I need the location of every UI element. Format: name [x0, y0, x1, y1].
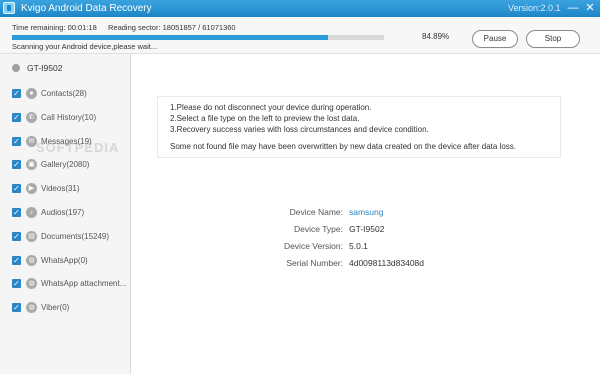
- minimize-button[interactable]: —: [566, 1, 580, 15]
- stop-button[interactable]: Stop: [526, 30, 580, 48]
- document-icon: ▤: [26, 230, 37, 242]
- category-checkbox[interactable]: ✓: [12, 160, 21, 170]
- whatsapp-icon: ◍: [26, 254, 37, 266]
- notice-line-3: 3.Recovery success varies with loss circ…: [170, 125, 429, 134]
- category-checkbox[interactable]: ✓: [12, 303, 21, 313]
- audio-icon: ♪: [26, 207, 37, 218]
- person-icon: ●: [26, 88, 37, 99]
- category-label: Contacts(28): [41, 89, 87, 98]
- category-item-videos[interactable]: ✓ ▶ Videos(31): [0, 180, 130, 200]
- category-item-whatsapp-attachment[interactable]: ✓ ◍ WhatsApp attachment...: [0, 275, 130, 295]
- category-checkbox[interactable]: ✓: [12, 255, 21, 265]
- device-name-label: Device Name:: [289, 207, 343, 217]
- category-label: WhatsApp(0): [41, 255, 88, 265]
- progress-percent: 84.89%: [422, 32, 450, 41]
- title-bar: Kvigo Android Data Recovery Version:2.0.…: [0, 0, 600, 17]
- category-item-call-history[interactable]: ✓ ✆ Call History(10): [0, 109, 130, 129]
- category-checkbox[interactable]: ✓: [12, 136, 21, 146]
- phone-device-icon: [12, 64, 20, 72]
- category-checkbox[interactable]: ✓: [12, 89, 21, 98]
- category-checkbox[interactable]: ✓: [12, 112, 21, 122]
- pause-button[interactable]: Pause: [472, 30, 518, 48]
- device-version-label: Device Version:: [283, 241, 343, 251]
- category-checkbox[interactable]: ✓: [12, 279, 21, 289]
- video-icon: ▶: [26, 183, 37, 195]
- category-checkbox[interactable]: ✓: [12, 208, 21, 217]
- watermark: SOFTPEDIA: [36, 140, 120, 155]
- category-label: WhatsApp attachment...: [41, 279, 127, 289]
- reading-sector: Reading sector: 18051857 / 61071360: [108, 23, 236, 32]
- app-version: Version:2.0.1: [508, 3, 561, 13]
- close-button[interactable]: ✕: [583, 1, 597, 15]
- notice-line-4: Some not found file may have been overwr…: [170, 142, 516, 151]
- scan-status: Scanning your Android device,please wait…: [12, 42, 158, 51]
- category-label: Documents(15249): [41, 231, 110, 241]
- category-checkbox[interactable]: ✓: [12, 184, 21, 194]
- device-type-label: Device Type:: [294, 224, 343, 234]
- progress-bar-fill: [12, 35, 328, 40]
- category-item-documents[interactable]: ✓ ▤ Documents(15249): [0, 228, 130, 248]
- category-label: Viber(0): [41, 303, 70, 313]
- app-logo-icon: [3, 2, 15, 14]
- device-row[interactable]: GT-I9502: [0, 54, 130, 84]
- progress-bar: [12, 35, 384, 40]
- category-label: Call History(10): [41, 112, 97, 122]
- sidebar: GT-I9502 ✓ ● Contacts(28) ✓ ✆ Call History(10…: [0, 54, 131, 374]
- time-remaining: Time remaining: 00:01:18: [12, 23, 97, 32]
- notice-panel: 1.Please do not disconnect your device d…: [157, 96, 561, 158]
- notice-line-1: 1.Please do not disconnect your device d…: [170, 103, 372, 112]
- serial-number-value: 4d0098113d83408d: [349, 258, 425, 268]
- notice-line-2: 2.Select a file type on the left to prev…: [170, 114, 360, 123]
- device-label: GT-I9502: [27, 63, 63, 73]
- whatsapp-attachment-icon: ◍: [26, 278, 37, 290]
- category-item-whatsapp[interactable]: ✓ ◍ WhatsApp(0): [0, 252, 130, 272]
- category-item-contacts[interactable]: ✓ ● Contacts(28): [0, 85, 130, 105]
- category-label: Videos(31): [41, 184, 80, 194]
- category-item-viber[interactable]: ✓ ◍ Viber(0): [0, 299, 130, 319]
- category-item-audios[interactable]: ✓ ♪ Audios(197): [0, 204, 130, 224]
- app-title: Kvigo Android Data Recovery: [21, 3, 152, 14]
- device-version-value: 5.0.1: [349, 241, 368, 251]
- phone-icon: ✆: [26, 111, 37, 123]
- device-name-value: samsung: [349, 207, 384, 217]
- viber-icon: ◍: [26, 302, 37, 314]
- category-label: Audios(197): [41, 208, 85, 217]
- category-item-gallery[interactable]: ✓ ▣ Gallery(2080): [0, 156, 130, 176]
- category-checkbox[interactable]: ✓: [12, 231, 21, 241]
- category-label: Gallery(2080): [41, 160, 90, 170]
- scan-progress-panel: Time remaining: 00:01:18 Reading sector:…: [0, 17, 600, 54]
- image-icon: ▣: [26, 159, 37, 171]
- device-type-value: GT-I9502: [349, 224, 385, 234]
- serial-number-label: Serial Number:: [286, 258, 343, 268]
